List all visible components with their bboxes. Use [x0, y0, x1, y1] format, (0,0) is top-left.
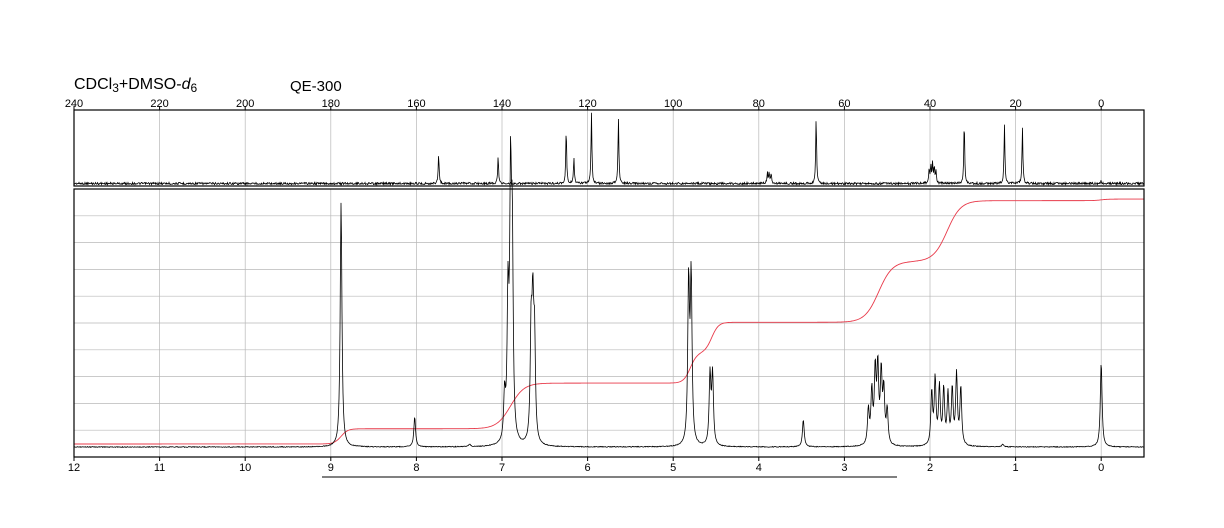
proton-axis-tick-label-9: 9 — [328, 462, 334, 474]
proton-axis-tick-label-10: 10 — [239, 462, 251, 474]
proton-axis-ticks: 12 11 10 9 8 7 6 5 4 3 2 1 0 — [68, 457, 1104, 474]
carbon-axis-tick-label-220: 220 — [150, 98, 168, 110]
proton-axis-tick-label-8: 8 — [413, 462, 419, 474]
nmr-spectra-svg: 240 220 200 180 160 140 120 100 80 60 40 20 0 12 11 10… — [65, 98, 1145, 478]
proton-axis-tick-label-5: 5 — [670, 462, 676, 474]
carbon-axis-tick-label-180: 180 — [322, 98, 340, 110]
carbon-axis-ticks: 240 220 200 180 160 140 120 100 80 60 40 20 0 — [65, 98, 1104, 110]
carbon-axis-tick-label-80: 80 — [753, 98, 765, 110]
proton-grid — [73, 189, 1144, 457]
proton-axis-tick-label-12: 12 — [68, 462, 80, 474]
proton-integral-curve — [74, 198, 1144, 445]
proton-spectrum-panel: 12 11 10 9 8 7 6 5 4 3 2 1 0 — [68, 136, 1145, 474]
carbon-panel-frame — [73, 109, 1145, 187]
carbon-spectrum-panel: 240 220 200 180 160 140 120 100 80 60 40 20 0 — [65, 98, 1145, 187]
proton-axis-tick-label-2: 2 — [927, 462, 933, 474]
carbon-axis-tick-label-60: 60 — [838, 98, 850, 110]
proton-axis-tick-label-4: 4 — [756, 462, 762, 474]
carbon-axis-tick-label-20: 20 — [1009, 98, 1021, 110]
carbon-axis-tick-label-200: 200 — [236, 98, 254, 110]
proton-axis-tick-label-1: 1 — [1013, 462, 1019, 474]
carbon-axis-tick-label-240: 240 — [65, 98, 83, 110]
proton-axis-tick-label-11: 11 — [154, 462, 165, 474]
carbon-grid — [73, 110, 1102, 186]
carbon-axis-tick-label-160: 160 — [407, 98, 425, 110]
carbon-axis-tick-label-100: 100 — [664, 98, 682, 110]
carbon-axis-tick-label-40: 40 — [924, 98, 936, 110]
carbon-axis-tick-label-140: 140 — [493, 98, 511, 110]
proton-axis-tick-label-7: 7 — [499, 462, 505, 474]
carbon-spectrum-trace — [73, 112, 1145, 187]
proton-axis-tick-label-6: 6 — [585, 462, 591, 474]
carbon-axis-tick-label-120: 120 — [578, 98, 596, 110]
proton-axis-tick-label-3: 3 — [841, 462, 847, 474]
carbon-axis-tick-label-0: 0 — [1098, 98, 1104, 110]
proton-axis-tick-label-0: 0 — [1098, 462, 1104, 474]
